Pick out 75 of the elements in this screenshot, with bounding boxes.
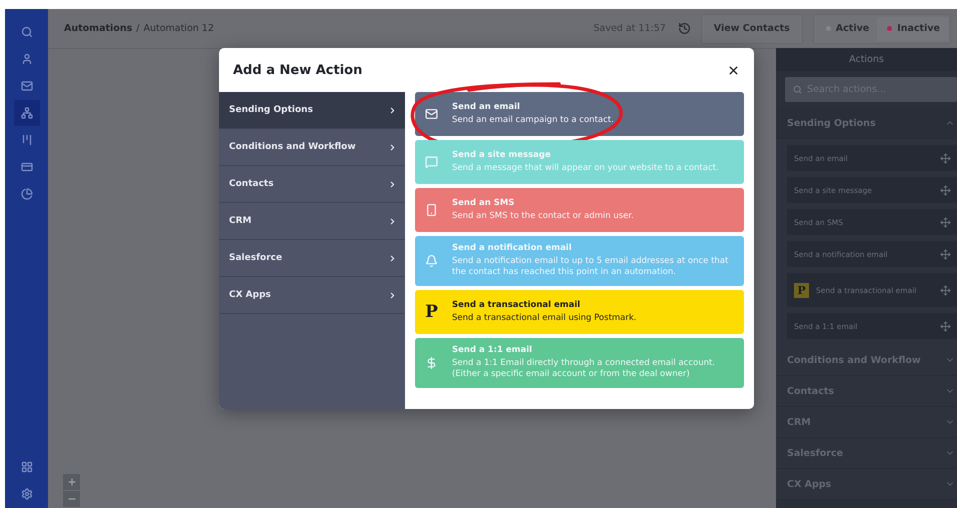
action-card[interactable]: P Send a transactional email Send a transactional email using Postmark. xyxy=(415,290,744,334)
move-icon[interactable] xyxy=(940,320,951,332)
history-icon[interactable] xyxy=(678,22,691,35)
action-description: Send a message that will appear on your website to a contact. xyxy=(452,162,719,174)
category-label: CX Apps xyxy=(229,290,271,300)
action-description: Send a notification email to up to 5 email addresses at once that the contact has reached this point in an automation. xyxy=(452,256,730,279)
logo-icon: P xyxy=(794,282,809,298)
chevron-right-icon xyxy=(388,290,397,300)
panel-title: Actions xyxy=(776,48,957,71)
category-label: Sending Options xyxy=(229,105,313,115)
envelope-icon xyxy=(425,107,438,121)
network-icon xyxy=(20,107,32,119)
section-title: Contacts xyxy=(787,386,834,396)
action-title: Send an email xyxy=(452,102,521,112)
action-description: Send a transactional email using Postmark. xyxy=(452,312,637,324)
status-dot xyxy=(887,26,892,31)
category-label: Salesforce xyxy=(229,253,282,263)
settings-icon xyxy=(20,488,32,500)
breadcrumb-current: Automation 12 xyxy=(143,23,214,34)
action-card[interactable]: Send a notification email Send a notification email to up to 5 email addresses at once that the contact has reached this point in an automation. xyxy=(415,236,744,286)
category-item[interactable]: Sending Options xyxy=(219,92,405,129)
action-title: Send a transactional email xyxy=(452,300,582,310)
status-option[interactable]: Inactive xyxy=(877,16,948,40)
action-title: Send a notification email xyxy=(452,243,573,253)
envelope-icon xyxy=(20,80,32,92)
action-card[interactable]: Send a site message Send a message that will appear on your website to a contact. xyxy=(415,140,744,184)
move-icon[interactable] xyxy=(940,152,951,164)
chevron-right-icon xyxy=(388,106,397,114)
move-icon[interactable] xyxy=(940,216,951,228)
action-description: Send an email campaign to a contact. xyxy=(452,114,614,126)
status-option[interactable]: Active xyxy=(816,16,878,40)
breadcrumb-separator: / xyxy=(136,23,140,34)
chevron-right-icon xyxy=(388,142,397,152)
action-title: Send an SMS xyxy=(452,198,516,208)
action-title: Send a site message xyxy=(452,150,552,160)
grid-icon xyxy=(20,461,32,473)
action-card[interactable]: Send an email Send an email campaign to a contact. xyxy=(415,92,744,136)
section-title: CRM xyxy=(787,416,811,428)
zoom-in-button[interactable] xyxy=(63,474,80,491)
chevron-right-icon xyxy=(388,180,397,188)
section-title: Salesforce xyxy=(787,448,844,458)
person-icon xyxy=(20,53,32,65)
search-icon xyxy=(20,26,32,38)
category-label: Conditions and Workflow xyxy=(229,142,356,152)
view-contacts-button[interactable]: View Contacts xyxy=(700,14,803,44)
action-description: Send an SMS to the contact or admin user. xyxy=(452,210,634,222)
phone-icon xyxy=(425,203,438,217)
bell-icon xyxy=(425,254,438,268)
action-card[interactable]: Send a 1:1 email Send a 1:1 Email directly through a connected email account. (Either a specific email account or from the deal owner) xyxy=(415,338,744,388)
chat-bubble-icon xyxy=(425,155,438,169)
search-icon xyxy=(793,85,802,94)
action-title: Send a 1:1 email xyxy=(452,344,534,355)
section-title: Sending Options xyxy=(787,118,876,128)
category-label: Contacts xyxy=(229,179,274,189)
category-label: CRM xyxy=(229,216,252,226)
action-description: Send a 1:1 Email directly through a connected email account. (Either a specific email account or from the deal owner) xyxy=(452,358,716,381)
section-title: Conditions and Workflow xyxy=(787,354,921,366)
zoom-out-button[interactable] xyxy=(63,491,80,508)
plus-icon xyxy=(66,477,76,487)
action-card[interactable]: Send an SMS Send an SMS to the contact or admin user. xyxy=(415,188,744,232)
chevron-right-icon xyxy=(388,216,397,226)
modal-title: Add a New Action xyxy=(233,62,362,78)
move-icon[interactable] xyxy=(940,184,951,196)
breadcrumb-link[interactable]: Automations xyxy=(64,23,132,34)
card-icon xyxy=(20,161,32,173)
close-icon[interactable] xyxy=(727,64,740,76)
dollar-icon xyxy=(425,356,438,370)
logo-icon: P xyxy=(425,302,438,322)
pie-chart-icon xyxy=(20,188,32,200)
section-title: CX Apps xyxy=(787,478,832,490)
move-icon[interactable] xyxy=(940,284,951,296)
move-icon[interactable] xyxy=(940,248,951,260)
nav-button[interactable] xyxy=(14,100,40,126)
chevron-right-icon xyxy=(388,254,397,262)
kanban-icon xyxy=(20,134,32,146)
